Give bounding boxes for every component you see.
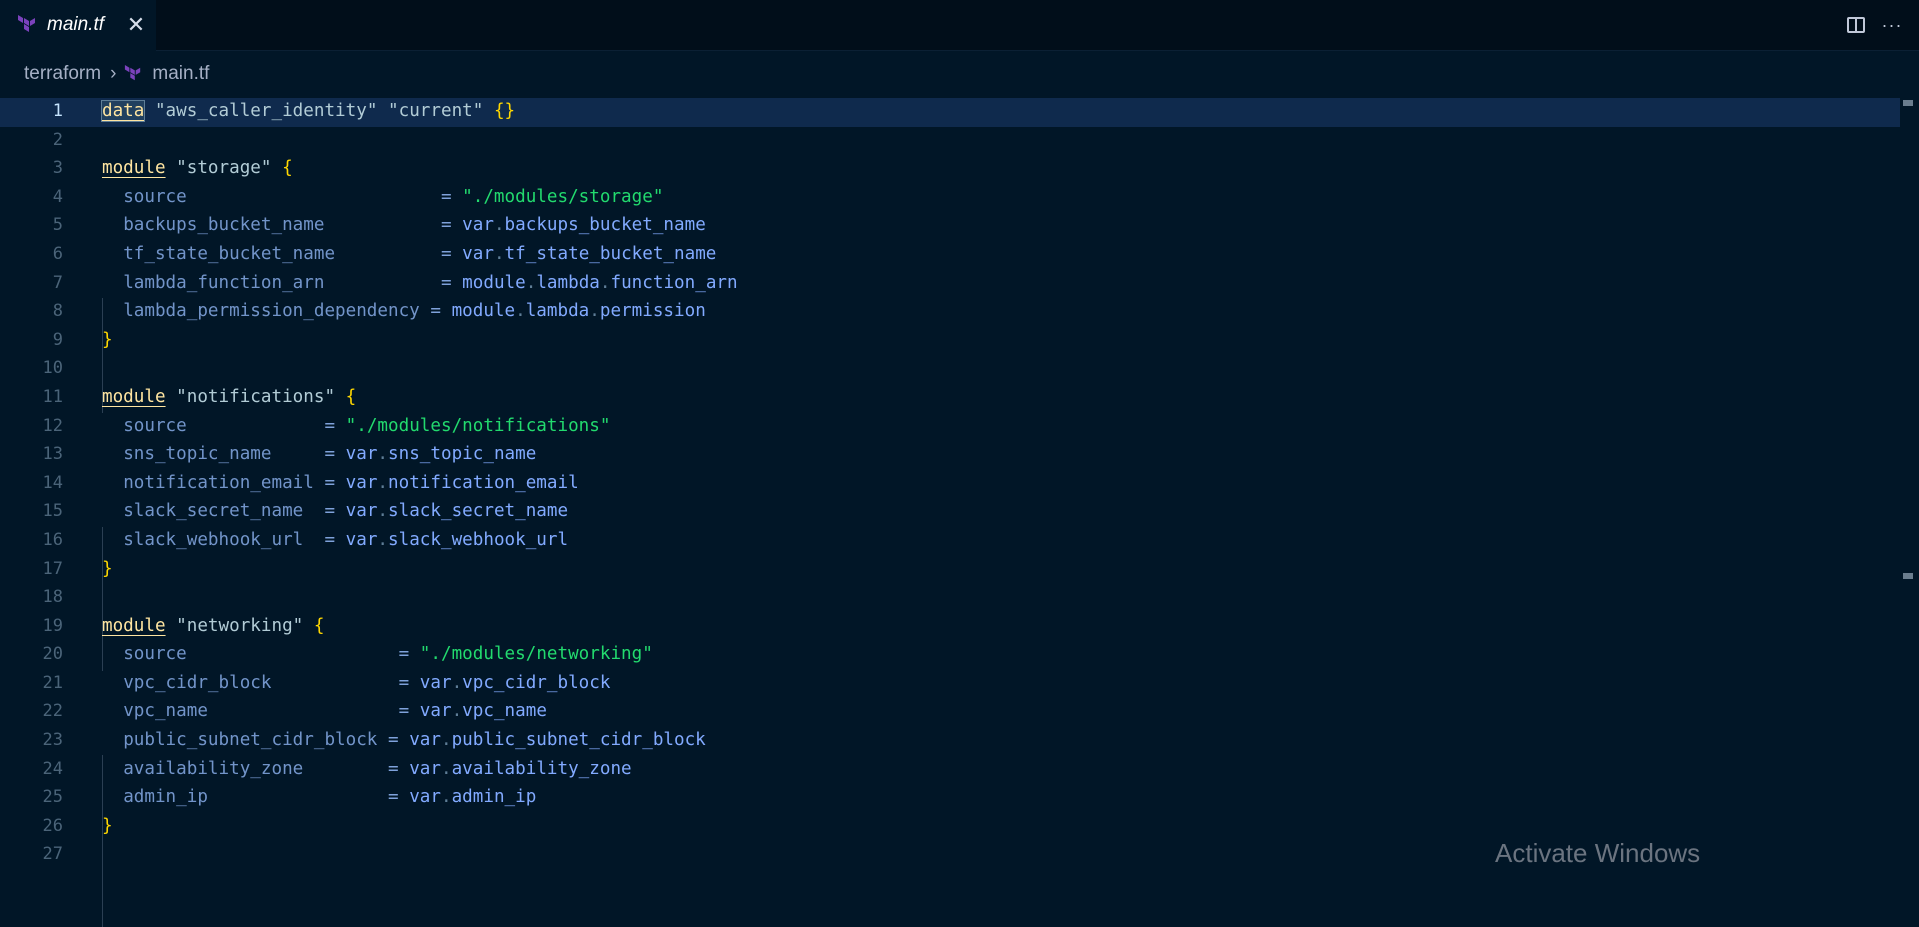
vertical-scrollbar[interactable]: [1900, 97, 1919, 853]
code-line: vpc_cidr_block = var.vpc_cidr_block: [123, 672, 611, 693]
line-number: 5: [52, 215, 63, 236]
code-line: vpc_name = var.vpc_name: [123, 701, 547, 722]
line-number: 24: [42, 758, 63, 779]
line-number: 12: [42, 415, 63, 436]
scrollbar-marker: [1903, 573, 1913, 579]
code-line: slack_secret_name = var.slack_secret_nam…: [123, 501, 569, 522]
more-actions-icon[interactable]: ···: [1878, 11, 1906, 39]
code-line: module "notifications" {: [102, 386, 357, 407]
code-line: }: [102, 329, 113, 350]
code-line: backups_bucket_name = var.backups_bucket…: [123, 215, 706, 236]
tab-bar: main.tf ✕ ···: [0, 0, 1919, 51]
code-line: sns_topic_name = var.sns_topic_name: [123, 444, 537, 465]
line-number: 7: [52, 272, 63, 293]
code-line: source = "./modules/notifications": [123, 415, 611, 436]
code-line: slack_webhook_url = var.slack_webhook_ur…: [123, 529, 569, 550]
line-number: 18: [42, 587, 63, 608]
line-number: 26: [42, 815, 63, 836]
line-number: 8: [52, 301, 63, 322]
line-number: 16: [42, 529, 63, 550]
code-line: lambda_function_arn = module.lambda.func…: [123, 272, 738, 293]
line-number: 27: [42, 844, 63, 865]
code-line: module "networking" {: [102, 615, 325, 636]
breadcrumb-folder[interactable]: terraform: [24, 63, 101, 85]
line-number: 6: [52, 243, 63, 264]
line-number: 17: [42, 558, 63, 579]
breadcrumb-file[interactable]: main.tf: [152, 63, 209, 85]
code-editor[interactable]: 1 2 3 4 5 6 7 8 9 10 11 12 13 14 15 16 17 18 19 20 21 22 23 24 2…: [0, 97, 1919, 927]
tab-main-tf[interactable]: main.tf ✕: [0, 0, 156, 51]
line-number: 20: [42, 644, 63, 665]
line-number: 14: [42, 472, 63, 493]
code-line: }: [102, 558, 113, 579]
code-line: data "aws_caller_identity" "current" {}: [100, 100, 516, 122]
code-line: public_subnet_cidr_block = var.public_su…: [123, 730, 706, 751]
terraform-icon: [125, 65, 141, 81]
breadcrumb: terraform › main.tf: [0, 51, 1919, 97]
line-number: 11: [42, 386, 63, 407]
line-number: 15: [42, 501, 63, 522]
code-line: lambda_permission_dependency = module.la…: [123, 301, 706, 322]
line-number: 21: [42, 672, 63, 693]
tab-label: main.tf: [47, 14, 105, 35]
code-line: availability_zone = var.availability_zon…: [123, 758, 632, 779]
code-line: tf_state_bucket_name = var.tf_state_buck…: [123, 243, 717, 264]
line-number: 22: [42, 701, 63, 722]
line-number: 19: [42, 615, 63, 636]
code-line: notification_email = var.notification_em…: [123, 472, 579, 493]
code-line: admin_ip = var.admin_ip: [123, 787, 537, 808]
line-number: 3: [52, 158, 63, 179]
windows-activation-watermark: Activate Windows: [1495, 838, 1701, 868]
line-number: 2: [52, 129, 63, 150]
code-line: source = "./modules/networking": [123, 644, 653, 665]
code-line: source = "./modules/storage": [123, 186, 664, 207]
scrollbar-marker: [1903, 100, 1913, 106]
line-number: 13: [42, 444, 63, 465]
line-number: 9: [52, 329, 63, 350]
line-number: 1: [52, 101, 63, 121]
terraform-icon: [18, 15, 35, 32]
line-number: 23: [42, 730, 63, 751]
line-number: 10: [42, 358, 63, 379]
code-lines: data "aws_caller_identity" "current" {} …: [100, 97, 738, 869]
code-line: }: [102, 815, 113, 836]
line-number: 4: [52, 186, 63, 207]
code-line: module "storage" {: [102, 158, 293, 179]
close-icon[interactable]: ✕: [124, 12, 148, 38]
line-number: 25: [42, 787, 63, 808]
line-number-gutter: 1 2 3 4 5 6 7 8 9 10 11 12 13 14 15 16 17 18 19 20 21 22 23 24 2…: [0, 97, 80, 869]
chevron-right-icon: ›: [110, 63, 117, 84]
split-editor-icon[interactable]: [1842, 11, 1870, 39]
